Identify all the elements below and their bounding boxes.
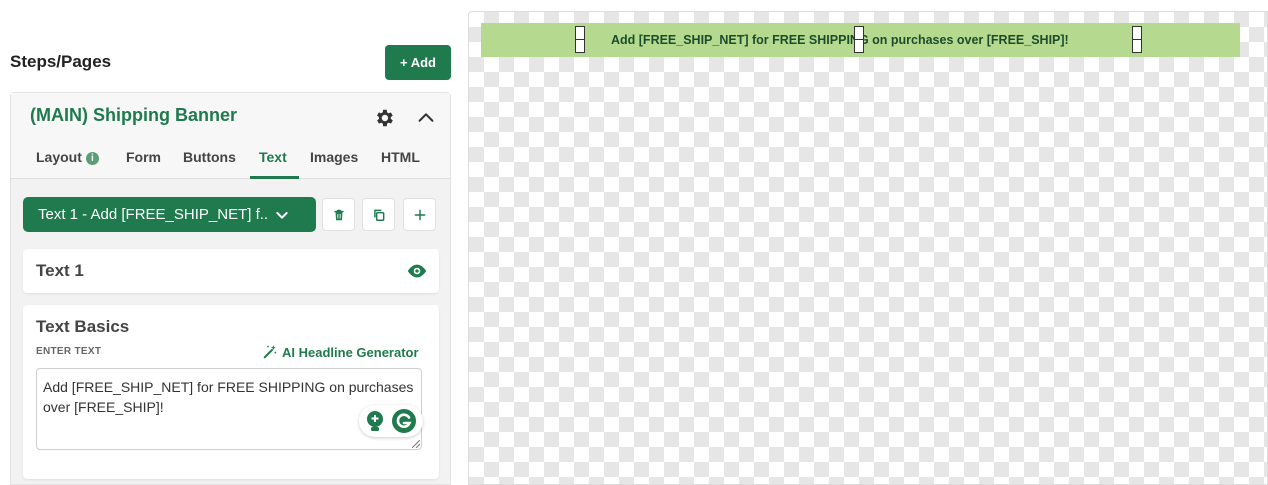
plus-icon (414, 209, 425, 220)
banner-text[interactable]: Add [FREE_SHIP_NET] for FREE SHIPPING on… (611, 33, 1069, 47)
text-basics-title: Text Basics (36, 317, 130, 336)
tab-form[interactable]: Form (126, 145, 161, 179)
resize-grip-icon[interactable] (412, 440, 420, 448)
text-basics-card: Text Basics ENTER TEXT AI Headline Gener… (23, 305, 439, 479)
steps-pages-title: Steps/Pages (10, 52, 112, 71)
magic-wand-icon (263, 345, 277, 359)
step-card: (MAIN) Shipping Banner Layout i Form Butt… (10, 92, 451, 485)
eye-icon[interactable] (406, 260, 428, 282)
gear-icon[interactable] (373, 107, 395, 129)
ai-headline-generator-link[interactable]: AI Headline Generator (262, 344, 419, 360)
tab-text[interactable]: Text (250, 145, 299, 179)
chevron-up-icon[interactable] (415, 107, 437, 129)
add-step-button[interactable]: + Add (385, 45, 451, 80)
tab-layout-label: Layout (36, 149, 82, 165)
text-item-label: Text 1 (36, 261, 84, 280)
resize-handle-middle[interactable] (854, 26, 864, 53)
text-item-card[interactable]: Text 1 (23, 249, 439, 293)
tab-images[interactable]: Images (310, 145, 358, 179)
tab-html[interactable]: HTML (381, 145, 420, 179)
chevron-down-icon (276, 211, 288, 219)
step-title: (MAIN) Shipping Banner (30, 105, 237, 125)
preview-canvas[interactable]: Add [FREE_SHIP_NET] for FREE SHIPPING on… (468, 11, 1268, 485)
lightbulb-icon (367, 411, 383, 431)
tab-buttons[interactable]: Buttons (183, 145, 236, 179)
tab-bar: Layout i Form Buttons Text Images HTML (11, 145, 450, 179)
add-text-button[interactable] (403, 198, 436, 231)
resize-handle-right[interactable] (1132, 26, 1142, 53)
trash-icon (333, 209, 344, 220)
delete-text-button[interactable] (322, 198, 355, 231)
ai-headline-generator-label: AI Headline Generator (282, 344, 419, 360)
left-panel: Steps/Pages + Add (MAIN) Shipping Banner… (0, 0, 460, 485)
text-selector-label: Text 1 - Add [FREE_SHIP_NET] f.. (38, 206, 269, 223)
info-icon: i (85, 152, 99, 165)
grammarly-widget[interactable] (359, 405, 423, 437)
shipping-banner-preview[interactable]: Add [FREE_SHIP_NET] for FREE SHIPPING on… (481, 23, 1240, 57)
grammarly-icon (392, 409, 416, 433)
step-card-header: (MAIN) Shipping Banner Layout i Form Butt… (11, 93, 450, 179)
text-selector-dropdown[interactable]: Text 1 - Add [FREE_SHIP_NET] f.. (23, 197, 316, 232)
enter-text-label: ENTER TEXT (36, 346, 102, 357)
tab-layout[interactable]: Layout i (36, 145, 99, 179)
resize-handle-left[interactable] (575, 26, 585, 53)
duplicate-text-button[interactable] (362, 198, 395, 231)
copy-icon (373, 209, 384, 221)
